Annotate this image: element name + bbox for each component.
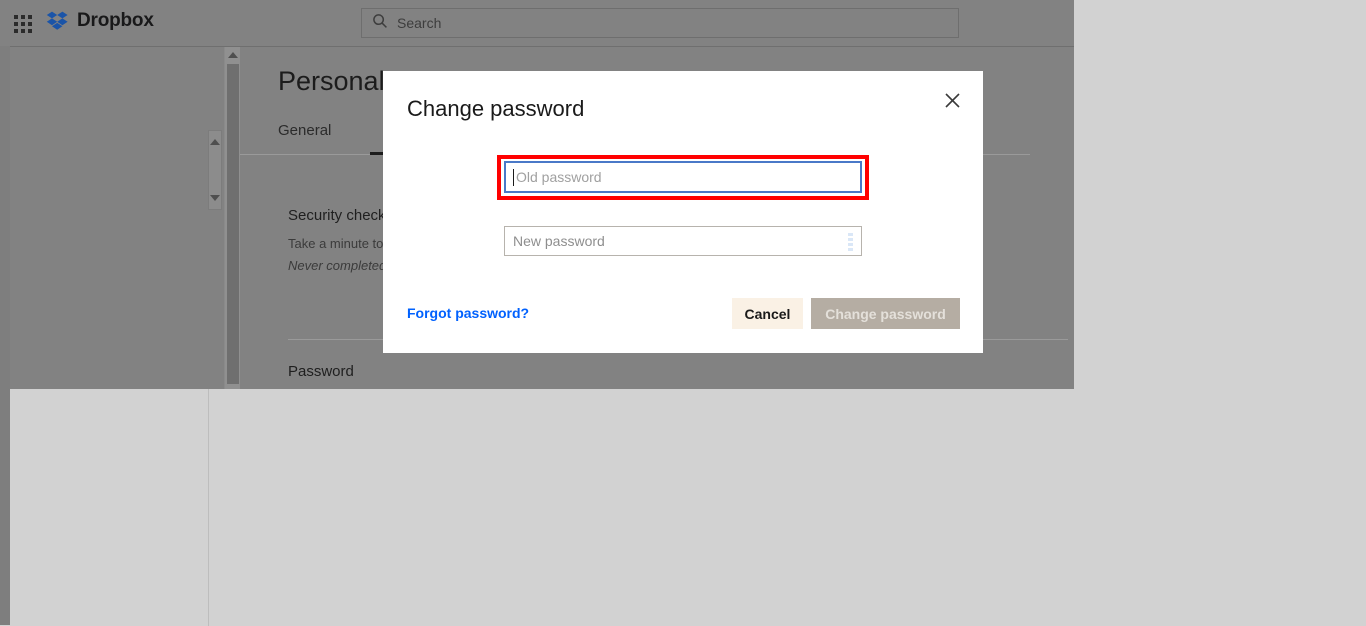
old-password-input[interactable]: Old password [504, 161, 862, 193]
left-gutter-strip [0, 46, 10, 625]
tab-general[interactable]: General [278, 122, 331, 153]
password-strength-icon [848, 233, 853, 251]
forgot-password-link[interactable]: Forgot password? [407, 305, 529, 321]
new-password-input[interactable]: New password [504, 226, 862, 256]
new-password-placeholder: New password [513, 233, 605, 249]
text-cursor [513, 168, 514, 186]
search-input[interactable]: Search [361, 8, 959, 38]
old-password-placeholder: Old password [516, 169, 602, 185]
page-title: Personal [278, 66, 385, 96]
search-placeholder: Search [397, 15, 442, 31]
scroll-up-arrow-icon-inner[interactable] [210, 139, 220, 145]
brand-name: Dropbox [77, 10, 154, 31]
scroll-up-arrow-icon[interactable] [227, 52, 238, 58]
close-icon[interactable] [935, 83, 969, 117]
top-navigation-bar: Dropbox Search [0, 0, 1074, 47]
apps-grid-icon[interactable] [14, 15, 32, 33]
cancel-button[interactable]: Cancel [732, 298, 803, 329]
vertical-scrollbar-outer[interactable] [224, 47, 240, 389]
dialog-title: Change password [407, 96, 585, 121]
scroll-down-arrow-icon-inner[interactable] [210, 195, 220, 201]
change-password-submit-button[interactable]: Change password [811, 298, 960, 329]
scrollbar-thumb[interactable] [227, 64, 239, 384]
page-root: Dropbox Search Personal General Security… [0, 0, 1366, 626]
brand-logo[interactable]: Dropbox [46, 9, 154, 33]
password-section-heading: Password [288, 363, 354, 380]
vertical-scrollbar-inner[interactable] [208, 130, 222, 210]
dropbox-logo-icon [46, 9, 70, 33]
search-icon [372, 13, 388, 34]
